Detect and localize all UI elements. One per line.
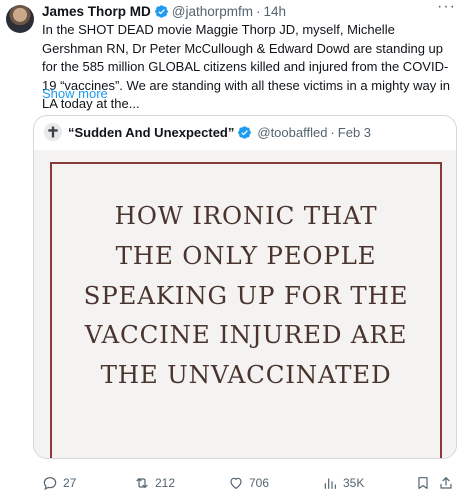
reply-count: 27 <box>63 476 77 490</box>
repost-button[interactable]: 212 <box>134 471 175 495</box>
bookmark-icon <box>418 477 428 489</box>
image-text-line: THE UNVACCINATED <box>100 360 392 390</box>
post-header: James Thorp MD @jathorpmfm · 14h ··· <box>42 0 456 21</box>
cross-icon <box>48 126 58 138</box>
action-bar: 27 212 706 35K <box>42 471 456 495</box>
reply-icon <box>43 477 57 491</box>
view-count: 35K <box>343 476 365 490</box>
more-options-button[interactable]: ··· <box>437 0 456 16</box>
quote-date: Feb 3 <box>337 124 372 140</box>
image-text-line: VACCINE INJURED ARE <box>84 320 408 350</box>
quote-avatar <box>44 123 62 141</box>
image-text-line: HOW IRONIC THAT <box>114 201 378 230</box>
views-button[interactable]: 35K <box>322 471 364 495</box>
show-more-link[interactable]: Show more <box>42 86 108 101</box>
image-text: HOW IRONIC THAT THE ONLY PEOPLE SPEAKING… <box>34 196 456 395</box>
author-name[interactable]: James Thorp MD <box>42 4 151 19</box>
image-text-line: SPEAKING UP FOR THE <box>83 280 409 310</box>
quote-separator: · <box>330 124 335 140</box>
repost-icon <box>136 478 148 488</box>
like-count: 706 <box>249 476 270 490</box>
author-handle[interactable]: @jathorpmfm <box>172 4 253 19</box>
bookmark-button[interactable] <box>415 471 436 495</box>
quote-author-handle: @toobaffled <box>257 124 328 140</box>
separator-dot: · <box>256 3 261 19</box>
quoted-post[interactable]: “Sudden And Unexpected” @toobaffled · Fe… <box>33 115 457 459</box>
image-text-line: THE ONLY PEOPLE <box>115 240 377 270</box>
share-icon <box>440 477 452 489</box>
verified-badge-icon[interactable] <box>154 4 169 19</box>
share-button[interactable] <box>438 471 459 495</box>
views-icon <box>324 478 336 489</box>
author-avatar[interactable] <box>6 5 34 33</box>
verified-badge-icon <box>237 125 252 140</box>
like-button[interactable]: 706 <box>228 471 269 495</box>
quote-author-name: “Sudden And Unexpected” <box>68 124 235 140</box>
like-icon <box>230 477 242 489</box>
reply-button[interactable]: 27 <box>42 471 76 495</box>
repost-count: 212 <box>155 476 176 490</box>
quote-image[interactable]: HOW IRONIC THAT THE ONLY PEOPLE SPEAKING… <box>34 150 456 458</box>
quote-header: “Sudden And Unexpected” @toobaffled · Fe… <box>44 123 371 141</box>
post-time[interactable]: 14h <box>264 4 287 19</box>
